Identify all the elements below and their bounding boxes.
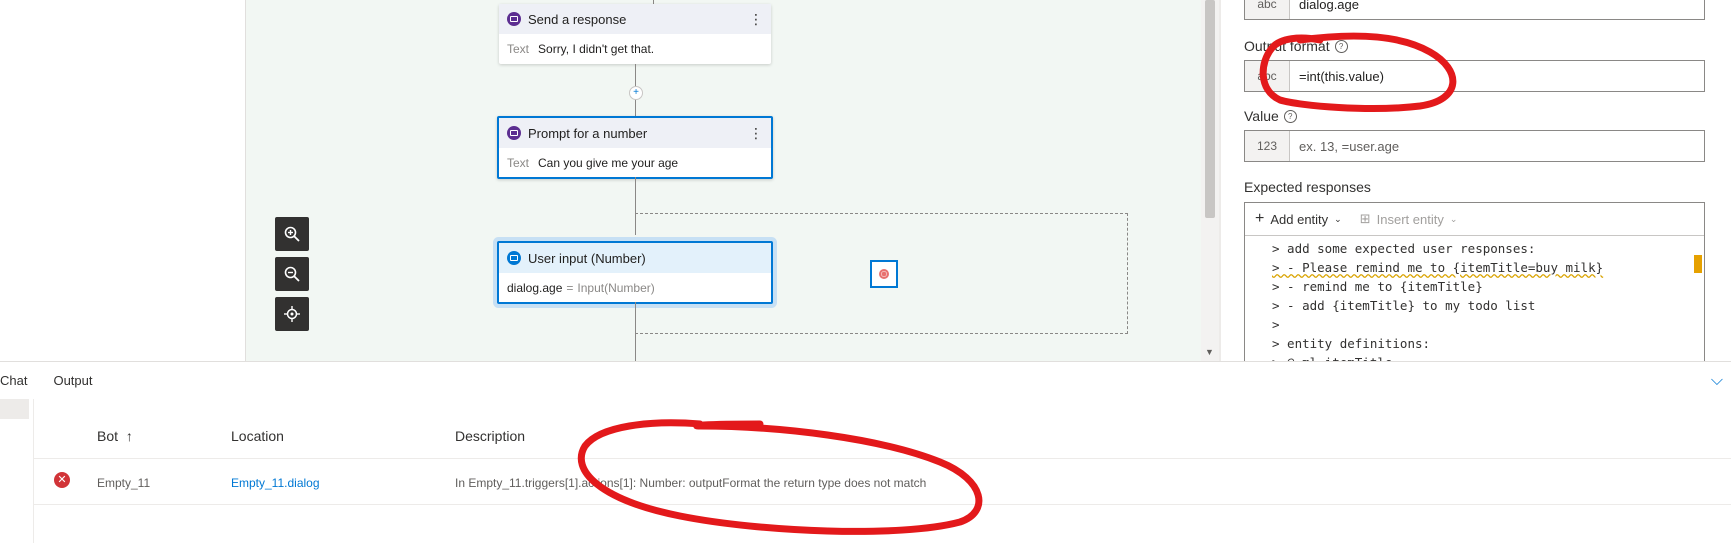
label-text: Value [1244,108,1279,124]
editor-toolbar: + Add entity ⌄ ⊞ Insert entity ⌄ [1245,203,1704,236]
connector-line [635,302,636,361]
node-body: dialog.age = Input(Number) [499,273,771,303]
plus-icon: + [1255,210,1265,227]
more-options-icon[interactable]: ⋮ [749,11,763,28]
tab-chat[interactable]: Chat [0,373,27,388]
scrollbar-thumb[interactable] [1205,0,1215,218]
code-line: > - add {itemTitle} to my todo list [1272,298,1536,313]
error-icon: ✕ [54,472,70,488]
value-placeholder[interactable]: ex. 13, =user.age [1290,131,1399,161]
code-lines[interactable]: > add some expected user responses: > - P… [1245,236,1704,361]
field-key: Text [507,156,530,170]
properties-pane: abc dialog.age Output format ? abc =int(… [1221,0,1731,361]
insert-icon: ⊞ [1359,211,1371,226]
node-title: Prompt for a number [528,125,648,141]
authoring-canvas[interactable]: Send a response ⋮ Text Sorry, I didn't g… [246,0,1201,361]
insert-entity-button[interactable]: ⊞ Insert entity ⌄ [1360,211,1458,227]
collapse-panel-icon[interactable]: ⌵ [1711,372,1723,390]
value-label: Value ? [1244,108,1297,124]
output-format-value[interactable]: =int(this.value) [1290,61,1384,91]
output-panel: Chat Output ⌵ Bot ↑ Location Description… [0,361,1731,543]
prompt-number-node[interactable]: Prompt for a number ⋮ Text Can you give … [497,116,773,179]
send-response-node[interactable]: Send a response ⋮ Text Sorry, I didn't g… [499,4,771,64]
equals-sign: = [566,281,574,295]
type-prefix: abc [1245,61,1290,91]
code-line: > [1272,317,1280,332]
row-location-link[interactable]: Empty_11.dialog [231,476,320,490]
output-format-label: Output format ? [1244,38,1348,54]
type-prefix: abc [1245,0,1290,19]
sidebar-divider [33,399,34,543]
property-value[interactable]: dialog.age [1290,0,1359,19]
left-navigation-pane [0,0,246,361]
node-title: User input (Number) [528,250,646,266]
add-action-button[interactable]: + [629,86,643,100]
row-divider [34,504,1731,505]
column-header-description[interactable]: Description [455,428,525,444]
sort-ascending-icon: ↑ [125,428,133,444]
code-line: > - remind me to {itemTitle} [1272,279,1483,294]
more-options-icon[interactable]: ⋮ [749,125,763,142]
warning-marker [1694,255,1702,273]
zoom-out-icon[interactable] [275,257,309,291]
row-description: In Empty_11.triggers[1].actions[1]: Numb… [455,476,927,490]
canvas-scrollbar[interactable]: ▼ [1201,0,1219,361]
button-label: Insert entity [1376,211,1444,227]
field-value: Can you give me your age [538,156,679,170]
property-field[interactable]: abc dialog.age [1244,0,1705,20]
output-format-field[interactable]: abc =int(this.value) [1244,60,1705,92]
selected-category[interactable] [0,399,29,419]
header-divider [34,458,1731,459]
add-entity-button[interactable]: + Add entity ⌄ [1255,210,1342,228]
code-line: > add some expected user responses: [1272,241,1536,256]
user-icon [507,251,521,265]
user-input-node[interactable]: User input (Number) dialog.age = Input(N… [497,241,773,304]
node-title: Send a response [528,11,627,27]
type-prefix: 123 [1245,131,1290,161]
scroll-down-icon[interactable]: ▼ [1205,347,1214,357]
tab-output[interactable]: Output [53,373,92,388]
panel-tabs: Chat Output [0,373,93,388]
node-body: Text Sorry, I didn't get that. [499,34,771,64]
value-field[interactable]: 123 ex. 13, =user.age [1244,130,1705,162]
node-header: Prompt for a number ⋮ [499,118,771,148]
chevron-down-icon: ⌄ [1334,213,1342,224]
row-bot: Empty_11 [97,476,151,490]
label-text: Output format [1244,38,1330,54]
help-icon[interactable]: ? [1334,39,1348,53]
field-key: Text [507,42,530,56]
node-body: Text Can you give me your age [499,148,771,178]
binding-property: dialog.age [507,281,563,295]
message-bot-icon [507,12,521,26]
fit-to-screen-icon[interactable] [275,297,309,331]
node-header: User input (Number) [499,243,771,273]
input-expression: Input(Number) [577,281,655,295]
help-icon[interactable]: ? [1283,109,1297,123]
code-line: > @ ml itemTitle [1272,353,1704,361]
node-header: Send a response ⋮ [499,4,771,34]
column-header-location[interactable]: Location [231,428,284,444]
expected-responses-editor[interactable]: + Add entity ⌄ ⊞ Insert entity ⌄ > add s… [1244,202,1705,361]
header-label: Bot [97,428,119,444]
code-line: > entity definitions: [1272,336,1431,351]
loop-target-icon[interactable] [870,260,898,288]
zoom-in-icon[interactable] [275,217,309,251]
column-header-bot[interactable]: Bot ↑ [97,428,133,444]
field-value: Sorry, I didn't get that. [538,42,655,56]
expected-responses-label: Expected responses [1244,179,1371,195]
message-bot-icon [507,126,521,140]
button-label: Add entity [1270,211,1329,227]
code-line: > - Please remind me to {itemTitle=buy m… [1272,260,1604,275]
chevron-down-icon: ⌄ [1449,213,1458,224]
